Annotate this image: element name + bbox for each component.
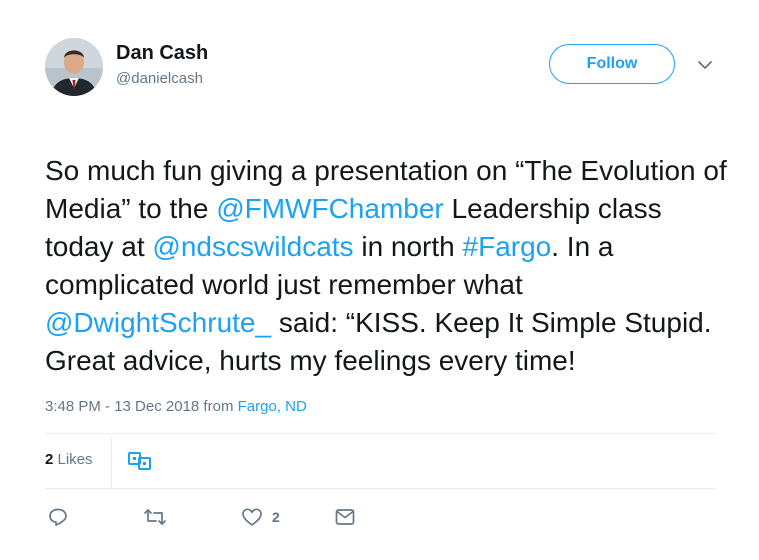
timestamp[interactable]: 3:48 PM - 13 Dec 2018 xyxy=(45,398,199,415)
reply-button[interactable] xyxy=(48,506,68,528)
tweet-text: So much fun giving a presentation on “Th… xyxy=(45,114,735,380)
like-count: 2 xyxy=(272,509,280,525)
chevron-down-icon xyxy=(698,61,712,69)
mention-fmwfchamber-link[interactable]: @FMWFChamber xyxy=(216,193,444,224)
heart-icon xyxy=(242,508,262,526)
reply-icon xyxy=(49,508,67,526)
linked-squares-icon xyxy=(128,452,151,470)
stats-separator xyxy=(111,437,112,488)
location-link[interactable]: Fargo, ND xyxy=(238,398,307,415)
liker-avatar[interactable] xyxy=(127,450,153,472)
author-handle[interactable]: @danielcash xyxy=(116,70,203,87)
direct-message-button[interactable] xyxy=(335,506,355,528)
author-name[interactable]: Dan Cash xyxy=(116,42,208,65)
mention-ndscswildcats-link[interactable]: @ndscswildcats xyxy=(152,231,353,262)
avatar[interactable] xyxy=(45,38,103,96)
from-label: from xyxy=(199,398,238,415)
more-menu-button[interactable] xyxy=(697,58,713,72)
retweet-button[interactable] xyxy=(143,506,167,528)
follow-button[interactable]: Follow xyxy=(549,44,675,84)
mention-dwightschrute-link[interactable]: @DwightSchrute_ xyxy=(45,307,271,338)
hashtag-fargo-link[interactable]: #Fargo xyxy=(463,231,552,262)
divider xyxy=(45,488,716,489)
profile-photo-icon xyxy=(45,38,103,96)
like-button[interactable]: 2 xyxy=(241,506,280,528)
tweet-metadata: 3:48 PM - 13 Dec 2018 from Fargo, ND xyxy=(45,398,307,415)
tweet-text-segment: in north xyxy=(353,231,463,262)
envelope-icon xyxy=(335,509,355,525)
retweet-icon xyxy=(144,509,166,525)
divider xyxy=(45,433,716,434)
likes-stat[interactable]: 2 Likes xyxy=(45,451,93,468)
likes-label: Likes xyxy=(53,451,93,468)
